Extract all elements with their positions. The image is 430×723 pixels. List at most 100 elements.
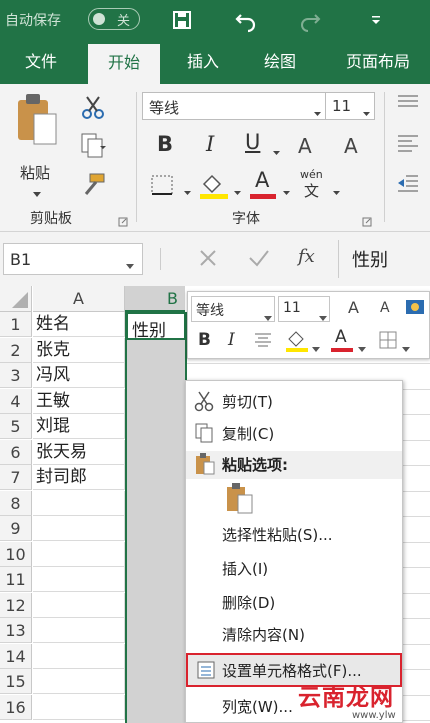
cell-a[interactable]: 张天易 bbox=[33, 439, 125, 465]
mini-format-icon[interactable] bbox=[404, 298, 426, 318]
cell-a[interactable] bbox=[33, 618, 125, 643]
row-header[interactable]: 13 bbox=[0, 618, 32, 643]
align-top-icon[interactable] bbox=[396, 92, 420, 116]
menu-item-copy[interactable]: 复制(C) bbox=[186, 421, 402, 449]
mini-borders-icon[interactable] bbox=[378, 330, 398, 354]
paste-option-icon[interactable] bbox=[224, 481, 256, 515]
undo-icon[interactable] bbox=[232, 6, 260, 34]
menu-item-cut[interactable]: 剪切(T) bbox=[186, 389, 402, 417]
row-header[interactable]: 6 bbox=[0, 439, 32, 465]
row-header[interactable]: 1 bbox=[0, 312, 32, 337]
tab-page-layout[interactable]: 页面布局 bbox=[330, 40, 426, 84]
font-name-combo[interactable]: 等线 bbox=[142, 92, 326, 120]
cell-a[interactable] bbox=[33, 592, 125, 618]
align-left-icon[interactable] bbox=[396, 132, 420, 156]
mini-font-name-combo[interactable]: 等线 bbox=[191, 296, 275, 322]
grow-font-button[interactable]: A bbox=[298, 134, 312, 158]
copy-icon[interactable] bbox=[80, 132, 110, 160]
phonetic-button[interactable]: 文 bbox=[304, 180, 319, 201]
shrink-font-button[interactable]: A bbox=[344, 134, 358, 158]
cell-a[interactable]: 姓名 bbox=[33, 312, 125, 337]
cell-a[interactable] bbox=[33, 643, 125, 669]
chevron-down-icon[interactable] bbox=[312, 338, 320, 357]
enter-icon[interactable] bbox=[248, 248, 270, 272]
chevron-down-icon[interactable] bbox=[272, 142, 281, 161]
menu-item-paste-special[interactable]: 选择性粘贴(S)... bbox=[186, 521, 402, 549]
tab-insert[interactable]: 插入 bbox=[168, 40, 238, 84]
row-header[interactable]: 9 bbox=[0, 516, 32, 541]
cut-icon[interactable] bbox=[80, 94, 106, 120]
menu-item-clear-contents[interactable]: 清除内容(N) bbox=[186, 621, 402, 649]
cancel-icon[interactable] bbox=[198, 248, 218, 272]
format-painter-icon[interactable] bbox=[80, 172, 108, 198]
row-header[interactable]: 12 bbox=[0, 592, 32, 618]
cell-a[interactable] bbox=[33, 669, 125, 694]
formula-input[interactable]: 性别 bbox=[352, 246, 388, 272]
mini-align-center-icon[interactable] bbox=[254, 332, 272, 352]
row-header[interactable]: 8 bbox=[0, 490, 32, 516]
redo-icon[interactable] bbox=[296, 6, 324, 34]
paste-dropdown-icon[interactable] bbox=[32, 184, 42, 203]
customize-dropdown-icon[interactable] bbox=[362, 6, 390, 34]
cell-a[interactable]: 张克 bbox=[33, 337, 125, 363]
mini-font-color-button[interactable]: A bbox=[330, 326, 354, 354]
fill-color-icon[interactable] bbox=[198, 170, 230, 200]
row-header[interactable]: 16 bbox=[0, 694, 32, 720]
cell-a[interactable]: 冯风 bbox=[33, 363, 125, 388]
mini-fill-color-icon[interactable] bbox=[284, 328, 310, 354]
underline-button[interactable]: U bbox=[245, 130, 260, 154]
chevron-down-icon[interactable] bbox=[233, 182, 242, 201]
column-header-b[interactable]: B bbox=[125, 286, 185, 312]
chevron-down-icon[interactable] bbox=[183, 182, 192, 201]
name-box[interactable]: B1 bbox=[3, 243, 143, 275]
select-all-corner[interactable] bbox=[0, 286, 32, 312]
clipboard-launcher-icon[interactable] bbox=[118, 212, 128, 231]
chevron-down-icon[interactable] bbox=[282, 182, 291, 201]
cell-a[interactable]: 刘琨 bbox=[33, 414, 125, 439]
save-icon[interactable] bbox=[168, 6, 196, 34]
mini-shrink-font-button[interactable]: A bbox=[380, 300, 390, 316]
mini-bold-button[interactable]: B bbox=[198, 330, 211, 350]
row-header[interactable]: 11 bbox=[0, 567, 32, 592]
menu-item-delete[interactable]: 删除(D) bbox=[186, 589, 402, 617]
cell-a[interactable]: 封司郎 bbox=[33, 465, 125, 490]
chevron-down-icon[interactable] bbox=[358, 338, 366, 357]
row-header[interactable]: 15 bbox=[0, 669, 32, 694]
cell-a[interactable]: 王敏 bbox=[33, 388, 125, 414]
cell-b1[interactable]: 性别 bbox=[126, 312, 186, 341]
mini-font-size-combo[interactable]: 11 bbox=[278, 296, 330, 322]
tab-file[interactable]: 文件 bbox=[8, 40, 74, 84]
chevron-down-icon[interactable] bbox=[402, 338, 410, 357]
cell-a[interactable] bbox=[33, 516, 125, 541]
font-color-button[interactable]: A bbox=[248, 168, 278, 200]
borders-icon[interactable] bbox=[150, 172, 178, 198]
font-launcher-icon[interactable] bbox=[362, 212, 372, 231]
tab-home[interactable]: 开始 bbox=[88, 40, 160, 84]
cell-a[interactable] bbox=[33, 490, 125, 516]
mini-grow-font-button[interactable]: A bbox=[348, 298, 359, 317]
row-header[interactable]: 7 bbox=[0, 465, 32, 490]
row-header[interactable]: 5 bbox=[0, 414, 32, 439]
autosave-toggle[interactable]: 关 bbox=[88, 8, 140, 30]
cell-a[interactable] bbox=[33, 567, 125, 592]
column-b-selection[interactable] bbox=[125, 312, 187, 723]
mini-italic-button[interactable]: I bbox=[228, 330, 235, 350]
row-header[interactable]: 10 bbox=[0, 541, 32, 567]
column-header-a[interactable]: A bbox=[33, 286, 125, 312]
font-size-combo[interactable]: 11 bbox=[325, 92, 375, 120]
menu-item-insert[interactable]: 插入(I) bbox=[186, 555, 402, 583]
cell-a[interactable] bbox=[33, 694, 125, 720]
insert-function-button[interactable]: fx bbox=[298, 246, 315, 267]
row-header[interactable]: 14 bbox=[0, 643, 32, 669]
bold-button[interactable]: B bbox=[157, 132, 173, 156]
tab-draw[interactable]: 绘图 bbox=[245, 40, 315, 84]
chevron-down-icon[interactable] bbox=[332, 182, 341, 201]
cell-a[interactable] bbox=[33, 541, 125, 567]
paste-label[interactable]: 粘贴 bbox=[20, 162, 50, 183]
decrease-indent-icon[interactable] bbox=[396, 172, 420, 196]
row-header[interactable]: 2 bbox=[0, 337, 32, 363]
row-header[interactable]: 4 bbox=[0, 388, 32, 414]
paste-icon[interactable] bbox=[14, 90, 60, 152]
italic-button[interactable]: I bbox=[206, 132, 214, 156]
row-header[interactable]: 3 bbox=[0, 363, 32, 388]
